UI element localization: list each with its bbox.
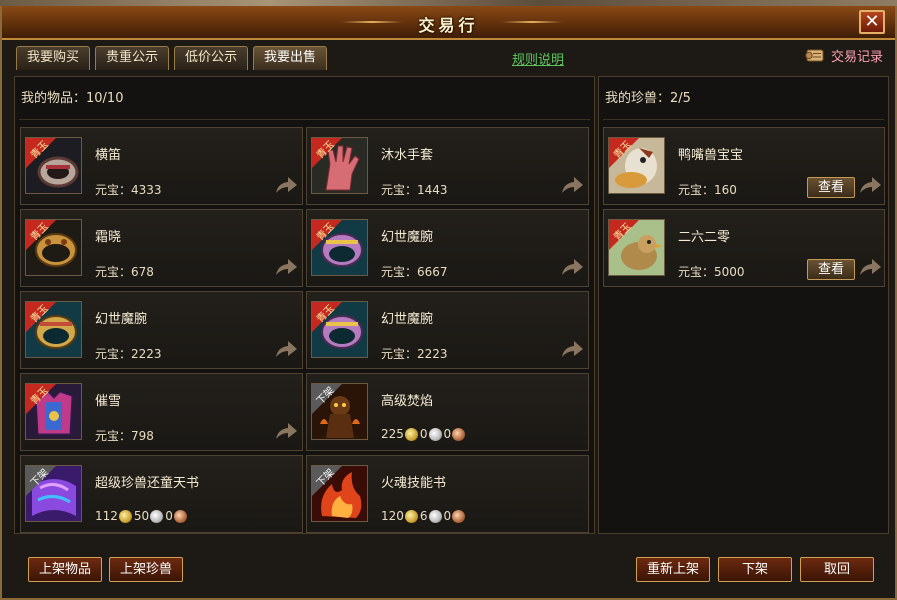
delist-button[interactable]: 下架 — [718, 557, 792, 582]
item-price: 元宝： 4333 — [95, 182, 162, 198]
pet-card[interactable]: 青玉 鸭嘴兽宝宝 元宝：160 查看 — [603, 127, 885, 205]
close-button[interactable]: ✕ — [859, 10, 885, 34]
item-name: 幻世魔腕 — [381, 312, 434, 327]
item-name: 横笛 — [95, 148, 122, 163]
scroll-icon — [805, 49, 824, 62]
book-icon: 下架 — [25, 465, 82, 522]
trade-window: 交易行 ✕ 我要购买 贵重公示 低价公示 我要出售 规则说明 交易记录 我的物品… — [0, 6, 897, 600]
item-price: 元宝： 2223 — [381, 346, 448, 362]
item-card[interactable]: 青玉 霜晓 元宝： 678 — [20, 209, 303, 287]
gold-coin-icon — [404, 509, 418, 523]
item-price: 元宝： 2223 — [95, 346, 162, 362]
view-pet-button[interactable]: 查看 — [807, 259, 855, 280]
ring-icon: 青玉 — [25, 137, 82, 194]
item-name: 高级焚焰 — [381, 394, 434, 409]
rules-link[interactable]: 规则说明 — [512, 49, 564, 68]
item-card[interactable]: 青玉 幻世魔腕 元宝： 2223 — [20, 291, 303, 369]
tab-valuable-notice[interactable]: 贵重公示 — [95, 46, 170, 70]
tab-buy[interactable]: 我要购买 — [16, 46, 91, 70]
copper-coin-icon — [173, 509, 187, 523]
pet-card[interactable]: 青玉 二六二零 元宝：5000 查看 — [603, 209, 885, 287]
duck-pet-icon: 青玉 — [608, 137, 665, 194]
bird-pet-icon: 青玉 — [608, 219, 665, 276]
relist-button[interactable]: 重新上架 — [636, 557, 710, 582]
share-arrow-icon[interactable] — [560, 338, 584, 360]
gold-coin-icon — [118, 509, 132, 523]
share-arrow-icon[interactable] — [274, 420, 298, 442]
item-price: 元宝： 6667 — [381, 264, 448, 280]
item-price-coins: 112 50 0 — [95, 509, 189, 523]
close-icon: ✕ — [864, 11, 880, 32]
my-pets-header: 我的珍兽：2/5 — [605, 91, 691, 106]
pet-price: 元宝：160 — [678, 183, 737, 197]
pet-name: 二六二零 — [678, 230, 731, 245]
fire-book-icon: 下架 — [311, 465, 368, 522]
bracelet-icon: 青玉 — [25, 219, 82, 276]
bracelet-icon: 青玉 — [25, 301, 82, 358]
item-card[interactable]: 青玉 幻世魔腕 元宝： 6667 — [306, 209, 589, 287]
item-price-coins: 120 6 0 — [381, 509, 467, 523]
divider — [19, 119, 590, 120]
item-price: 元宝： 798 — [95, 428, 154, 444]
copper-coin-icon — [452, 427, 466, 441]
item-price: 元宝： 678 — [95, 264, 154, 280]
silver-coin-icon — [428, 509, 442, 523]
item-card[interactable]: 下架 超级珍兽还童天书 112 50 0 — [20, 455, 303, 533]
tab-sell[interactable]: 我要出售 — [253, 46, 328, 70]
item-name: 火魂技能书 — [381, 476, 447, 491]
item-card[interactable]: 下架 火魂技能书 120 6 0 — [306, 455, 589, 533]
item-name: 幻世魔腕 — [95, 312, 148, 327]
gold-coin-icon — [404, 427, 418, 441]
my-items-header: 我的物品：10/10 — [21, 91, 124, 106]
item-price: 元宝： 1443 — [381, 182, 448, 198]
item-name: 超级珍兽还童天书 — [95, 476, 200, 491]
trade-record-button[interactable]: 交易记录 — [804, 44, 883, 66]
share-arrow-icon[interactable] — [274, 256, 298, 278]
window-title: 交易行 — [418, 16, 479, 35]
titlebar: 交易行 ✕ — [2, 6, 895, 40]
share-arrow-icon[interactable] — [560, 256, 584, 278]
share-arrow-icon[interactable] — [274, 174, 298, 196]
armor-icon: 青玉 — [25, 383, 82, 440]
item-price-coins: 225 0 0 — [381, 427, 467, 441]
item-card[interactable]: 下架 高级焚焰 225 0 0 — [306, 373, 589, 451]
retrieve-button[interactable]: 取回 — [800, 557, 874, 582]
share-arrow-icon[interactable] — [274, 338, 298, 360]
share-arrow-icon[interactable] — [858, 174, 882, 196]
flame-demon-icon: 下架 — [311, 383, 368, 440]
tab-bar: 我要购买 贵重公示 低价公示 我要出售 — [16, 46, 328, 70]
title-ornament-right — [502, 21, 562, 23]
silver-coin-icon — [150, 509, 164, 523]
view-pet-button[interactable]: 查看 — [807, 177, 855, 198]
item-name: 催雪 — [95, 394, 122, 409]
item-name: 霜晓 — [95, 230, 122, 245]
silver-coin-icon — [428, 427, 442, 441]
bracelet-icon: 青玉 — [311, 219, 368, 276]
divider — [603, 119, 884, 120]
item-card[interactable]: 青玉 沐水手套 元宝： 1443 — [306, 127, 589, 205]
item-name: 沐水手套 — [381, 148, 434, 163]
share-arrow-icon[interactable] — [560, 174, 584, 196]
bracelet-icon: 青玉 — [311, 301, 368, 358]
copper-coin-icon — [452, 509, 466, 523]
list-pet-button[interactable]: 上架珍兽 — [109, 557, 183, 582]
share-arrow-icon[interactable] — [858, 256, 882, 278]
list-item-button[interactable]: 上架物品 — [28, 557, 102, 582]
item-card[interactable]: 青玉 催雪 元宝： 798 — [20, 373, 303, 451]
item-card[interactable]: 青玉 幻世魔腕 元宝： 2223 — [306, 291, 589, 369]
item-name: 幻世魔腕 — [381, 230, 434, 245]
my-items-panel: 我的物品：10/10 青玉 横笛 元宝： 4333 青玉 沐水手套 元宝： 14… — [14, 76, 595, 534]
tab-lowprice-notice[interactable]: 低价公示 — [174, 46, 249, 70]
pet-price: 元宝：5000 — [678, 265, 745, 279]
glove-icon: 青玉 — [311, 137, 368, 194]
item-card[interactable]: 青玉 横笛 元宝： 4333 — [20, 127, 303, 205]
my-pets-panel: 我的珍兽：2/5 青玉 鸭嘴兽宝宝 元宝：160 查看 青玉 二六二零 元宝：5… — [598, 76, 889, 534]
pet-name: 鸭嘴兽宝宝 — [678, 148, 744, 163]
trade-record-label: 交易记录 — [830, 49, 883, 65]
